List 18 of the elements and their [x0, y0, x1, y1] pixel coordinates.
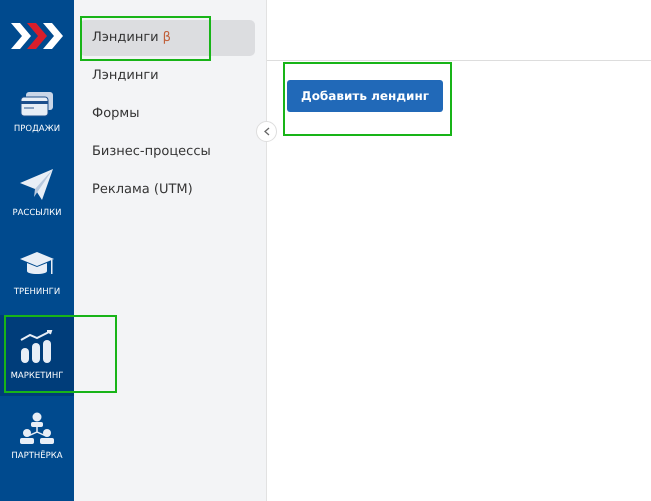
submenu-item[interactable]: Реклама (UTM)	[80, 172, 255, 208]
cards-icon	[20, 91, 54, 117]
rail-item[interactable]: РАССЫЛКИ	[0, 153, 74, 234]
submenu-item[interactable]: Формы	[80, 96, 255, 132]
logo-icon[interactable]	[11, 23, 63, 49]
rail-item[interactable]: ПРОДАЖИ	[0, 72, 74, 153]
rail-item[interactable]: ПАРТНЁРКА	[0, 396, 74, 477]
people-network-icon	[20, 412, 54, 444]
rail-item[interactable]: ТРЕНИНГИ	[0, 234, 74, 315]
submenu-item[interactable]: Лэндинги	[80, 58, 255, 94]
submenu-item[interactable]: Лэндинги β	[80, 20, 255, 56]
add-landing-button[interactable]: Добавить лендинг	[287, 80, 444, 112]
submenu-item[interactable]: Бизнес-процессы	[80, 134, 255, 170]
collapse-button[interactable]	[256, 121, 277, 142]
rail-item[interactable]: МАРКЕТИНГ	[0, 315, 74, 396]
paper-plane-icon	[20, 169, 54, 201]
growth-chart-icon	[20, 330, 54, 364]
chevron-left-icon	[264, 127, 270, 136]
